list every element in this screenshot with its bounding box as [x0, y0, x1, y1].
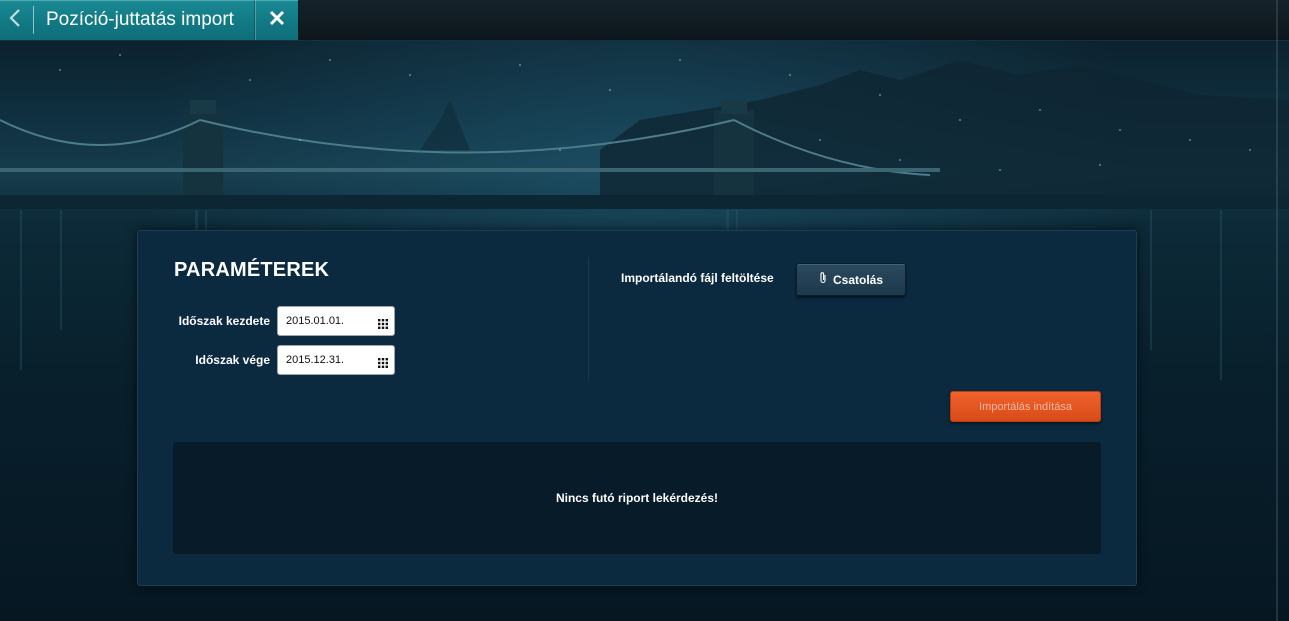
- paperclip-icon: [819, 271, 827, 289]
- attach-button-label: Csatolás: [832, 272, 884, 287]
- page-title: PARAMÉTEREK: [174, 259, 330, 281]
- column-divider: [588, 257, 589, 379]
- upload-file-label: Importálandó fájl feltöltése: [621, 271, 774, 285]
- back-button[interactable]: [0, 0, 30, 40]
- start-import-button[interactable]: Importálás indítása: [950, 391, 1101, 422]
- period-start-value: 2015.01.01.: [286, 315, 345, 327]
- period-start-field[interactable]: 2015.01.01.: [277, 306, 395, 336]
- chevron-left-icon: [9, 8, 21, 33]
- close-icon: [269, 10, 285, 31]
- period-end-field[interactable]: 2015.12.31.: [277, 345, 395, 375]
- start-import-label: Importálás indítása: [979, 400, 1072, 413]
- tab-divider: [33, 6, 34, 34]
- scrollbar[interactable]: [1276, 0, 1278, 621]
- period-end-value: 2015.12.31.: [286, 354, 345, 366]
- tab-divider: [254, 0, 255, 40]
- period-start-label: Időszak kezdete: [178, 314, 270, 328]
- period-end-label: Időszak vége: [195, 353, 270, 367]
- attach-button[interactable]: Csatolás: [796, 263, 906, 296]
- tab-title: Pozíció-juttatás import: [46, 9, 234, 30]
- report-status-message: Nincs futó riport lekérdezés!: [555, 491, 719, 505]
- calendar-grid-icon[interactable]: [378, 316, 388, 329]
- active-tab[interactable]: Pozíció-juttatás import: [0, 0, 298, 40]
- close-tab-button[interactable]: [256, 0, 298, 40]
- top-bar: Pozíció-juttatás import: [0, 0, 1289, 41]
- parameters-panel: PARAMÉTEREK Időszak kezdete 2015.01.01. …: [137, 230, 1137, 586]
- calendar-grid-icon[interactable]: [378, 355, 388, 368]
- report-status-box: Nincs futó riport lekérdezés!: [173, 442, 1101, 554]
